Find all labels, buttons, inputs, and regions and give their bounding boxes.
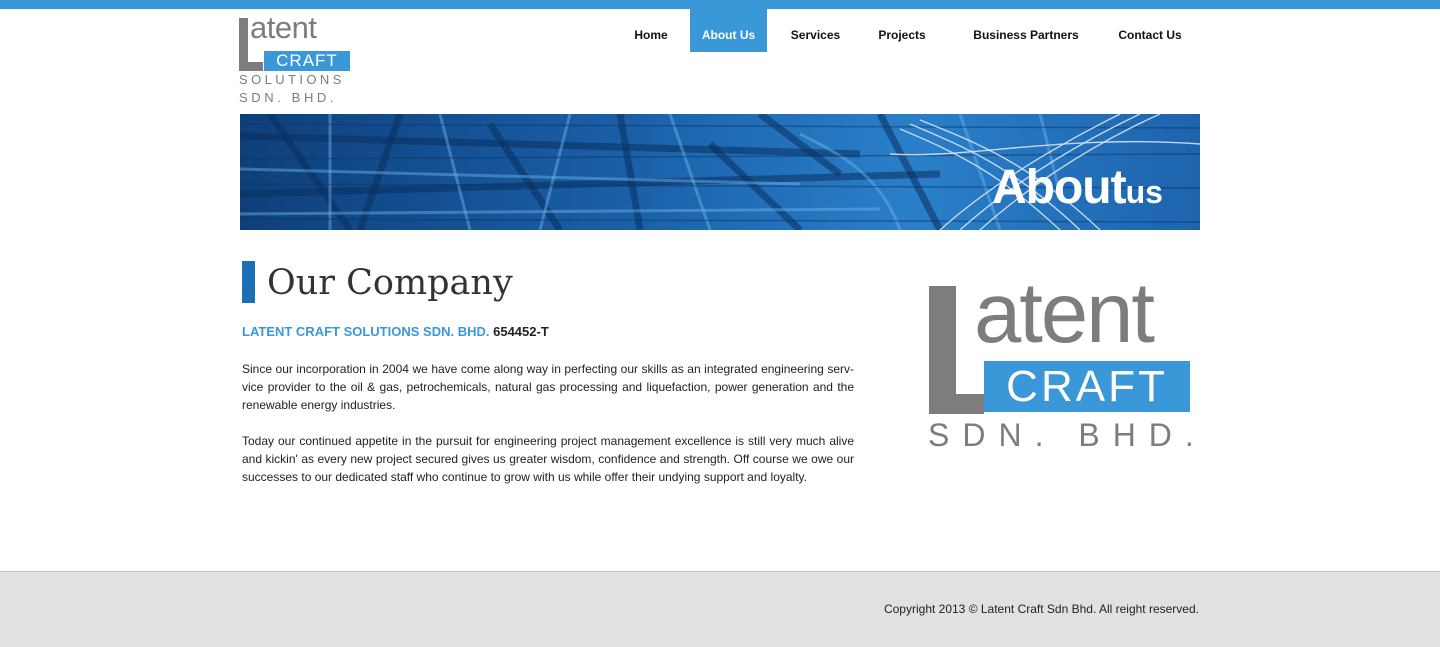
side-logo-text-atent: atent — [974, 266, 1155, 361]
nav-contact-us[interactable]: Contact Us — [1105, 9, 1195, 52]
intro-paragraph: Since our incorporation in 2004 we have … — [242, 362, 854, 412]
banner-title-main: About — [992, 161, 1127, 214]
site-footer: Copyright 2013 © Latent Craft Sdn Bhd. A… — [0, 571, 1440, 647]
nav-projects[interactable]: Projects — [866, 9, 938, 52]
company-registration: 654452-T — [493, 324, 549, 339]
page-banner: Aboutus — [240, 114, 1200, 230]
logo-text-atent: atent — [250, 10, 317, 45]
nav-services[interactable]: Services — [779, 9, 852, 52]
logo-letter-l-foot — [239, 62, 263, 71]
side-logo-text-craft: CRAFT — [984, 361, 1190, 412]
logo-text-solutions: SOLUTIONS — [239, 72, 345, 87]
side-logo-text-sdn-bhd: SDN. BHD. — [928, 417, 1207, 453]
top-accent-bar — [0, 0, 1440, 9]
side-logo: atent CRAFT SDN. BHD. — [928, 271, 1194, 455]
company-line: LATENT CRAFT SOLUTIONS SDN. BHD. 654452-… — [242, 324, 549, 340]
mission-paragraph: Today our continued appetite in the purs… — [242, 434, 854, 484]
nav-about-us[interactable]: About Us — [690, 9, 767, 52]
site-logo[interactable]: atent CRAFT SOLUTIONS SDN. BHD. — [239, 12, 354, 108]
banner-title-sub: us — [1125, 174, 1163, 210]
heading-accent-bar — [242, 261, 255, 303]
company-name: LATENT CRAFT SOLUTIONS SDN. BHD. — [242, 324, 490, 339]
banner-title: Aboutus — [992, 164, 1163, 212]
copyright-text: Copyright 2013 © Latent Craft Sdn Bhd. A… — [883, 602, 1199, 616]
side-logo-letter-l-foot — [929, 394, 984, 414]
nav-business-partners[interactable]: Business Partners — [960, 9, 1092, 52]
nav-home[interactable]: Home — [620, 9, 682, 52]
logo-text-craft: CRAFT — [264, 51, 350, 71]
page-heading: Our Company — [267, 263, 513, 303]
logo-text-sdn-bhd: SDN. BHD. — [239, 90, 338, 105]
